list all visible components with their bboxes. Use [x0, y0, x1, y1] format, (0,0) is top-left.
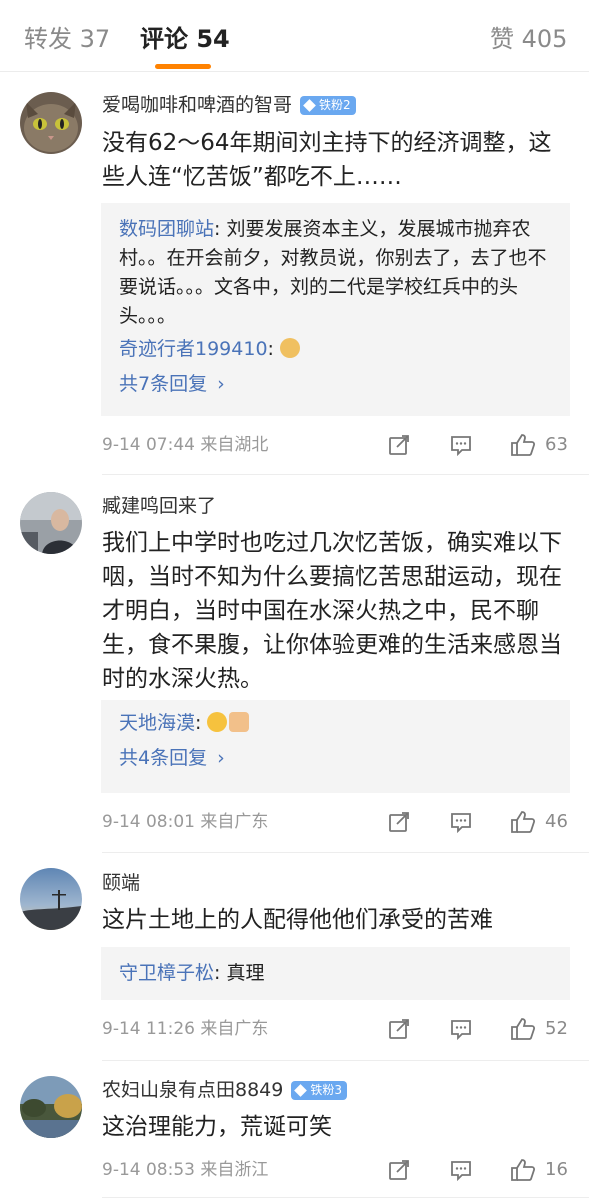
tab-repost[interactable]: 转发 37	[24, 22, 110, 56]
comment-location: 来自浙江	[200, 1160, 269, 1180]
comment-text: 这治理能力，荒诞可笑	[102, 1114, 332, 1140]
more-replies-label[interactable]: 共7条回复	[119, 373, 207, 395]
comment-username[interactable]: 臧建鸣回来了	[102, 493, 216, 519]
share-icon[interactable]	[387, 1017, 411, 1041]
replies-preview[interactable]: 天地海漠: 共4条回复 ›	[101, 700, 570, 793]
reply-item: 天地海漠:	[119, 709, 552, 738]
badge-label: 铁粉2	[319, 97, 351, 112]
comment-meta: 9-14 08:53 来自浙江 16	[102, 1155, 572, 1185]
like-count: 52	[545, 1018, 568, 1039]
share-icon[interactable]	[387, 433, 411, 457]
more-replies-label[interactable]: 共4条回复	[119, 747, 207, 769]
username-text[interactable]: 农妇山泉有点田8849	[102, 1077, 283, 1103]
comment-time: 9-14 07:44	[102, 435, 195, 455]
divider	[102, 852, 589, 853]
avatar[interactable]	[20, 868, 82, 930]
like-count: 63	[545, 434, 568, 455]
reply-text: 真理	[226, 962, 265, 984]
comment-icon[interactable]	[449, 433, 473, 457]
comment-text: 没有62～64年期间刘主持下的经济调整，这些人连“忆苦饭”都吃不上……	[102, 130, 552, 190]
replies-preview[interactable]: 守卫樟子松: 真理	[101, 947, 570, 1000]
doge-emoji-icon	[279, 338, 300, 358]
username-text[interactable]: 臧建鸣回来了	[102, 493, 216, 519]
comment-text: 这片土地上的人配得他他们承受的苦难	[102, 907, 493, 933]
laughing-emoji-icon	[207, 712, 228, 732]
thumbs-up-icon[interactable]	[510, 1017, 536, 1041]
comment-location: 来自广东	[200, 1019, 269, 1039]
replies-preview[interactable]: 数码团聊站: 刘要发展资本主义，发展城市抛弃农村。。在开会前夕，对教员说，你别去…	[101, 203, 570, 416]
like-count: 16	[545, 1159, 568, 1180]
avatar[interactable]	[20, 1076, 82, 1138]
reply-author[interactable]: 奇迹行者199410	[119, 338, 268, 360]
divider	[102, 1060, 589, 1061]
tab-likes[interactable]: 赞 405	[490, 22, 567, 56]
comment-icon[interactable]	[449, 1158, 473, 1182]
share-icon[interactable]	[387, 1158, 411, 1182]
avatar[interactable]	[20, 492, 82, 554]
comment-meta-text: 9-14 08:01 来自广东	[102, 807, 268, 837]
reply-item: 守卫樟子松: 真理	[119, 962, 265, 984]
comment-username[interactable]: 爱喝咖啡和啤酒的智哥 铁粉2	[102, 92, 356, 118]
view-more-replies-link[interactable]: 共7条回复 ›	[119, 368, 552, 400]
thumbs-up-emoji-icon	[229, 712, 250, 732]
active-tab-indicator	[155, 64, 211, 69]
reply-author[interactable]: 守卫樟子松	[119, 962, 214, 984]
comment-meta-text: 9-14 08:53 来自浙江	[102, 1155, 268, 1185]
chevron-right-icon: ›	[217, 747, 225, 769]
comment-username[interactable]: 颐端	[102, 870, 140, 896]
diamond-icon	[294, 1083, 308, 1097]
fan-badge: 铁粉2	[300, 95, 356, 115]
comment-location: 来自湖北	[200, 435, 269, 455]
thumbs-up-icon[interactable]	[510, 1158, 536, 1182]
divider	[102, 474, 589, 475]
reply-author[interactable]: 天地海漠	[119, 712, 195, 734]
comment-time: 9-14 11:26	[102, 1019, 195, 1039]
username-text[interactable]: 爱喝咖啡和啤酒的智哥	[102, 92, 292, 118]
reply-item: 数码团聊站: 刘要发展资本主义，发展城市抛弃农村。。在开会前夕，对教员说，你别去…	[119, 218, 547, 327]
comment-icon[interactable]	[449, 1017, 473, 1041]
badge-label: 铁粉3	[310, 1082, 342, 1097]
reply-author[interactable]: 数码团聊站	[119, 218, 214, 240]
comment-meta: 9-14 08:01 来自广东 46	[102, 807, 572, 837]
comment-location: 来自广东	[200, 812, 269, 832]
comment-meta: 9-14 11:26 来自广东 52	[102, 1014, 572, 1044]
username-text[interactable]: 颐端	[102, 870, 140, 896]
chevron-right-icon: ›	[217, 373, 225, 395]
comment-username[interactable]: 农妇山泉有点田8849 铁粉3	[102, 1077, 347, 1103]
comment-meta-text: 9-14 11:26 来自广东	[102, 1014, 268, 1044]
comment-meta-text: 9-14 07:44 来自湖北	[102, 430, 268, 460]
like-count: 46	[545, 811, 568, 832]
thumbs-up-icon[interactable]	[510, 810, 536, 834]
comment-icon[interactable]	[449, 810, 473, 834]
tab-bar: 转发 37 评论 54 赞 405	[0, 0, 589, 72]
comment-time: 9-14 08:53	[102, 1160, 195, 1180]
comment-meta: 9-14 07:44 来自湖北 63	[102, 430, 572, 460]
comment-time: 9-14 08:01	[102, 812, 195, 832]
diamond-icon	[303, 98, 316, 112]
thumbs-up-icon[interactable]	[510, 433, 536, 457]
tab-comments[interactable]: 评论 54	[140, 22, 230, 56]
view-more-replies-link[interactable]: 共4条回复 ›	[119, 742, 552, 774]
reply-item: 奇迹行者199410:	[119, 335, 552, 364]
comment-text: 我们上中学时也吃过几次忆苦饭，确实难以下咽，当时不知为什么要搞忆苦思甜运动，现在…	[102, 530, 562, 692]
divider	[102, 1197, 589, 1198]
avatar[interactable]	[20, 92, 82, 154]
fan-badge: 铁粉3	[291, 1080, 347, 1100]
share-icon[interactable]	[387, 810, 411, 834]
